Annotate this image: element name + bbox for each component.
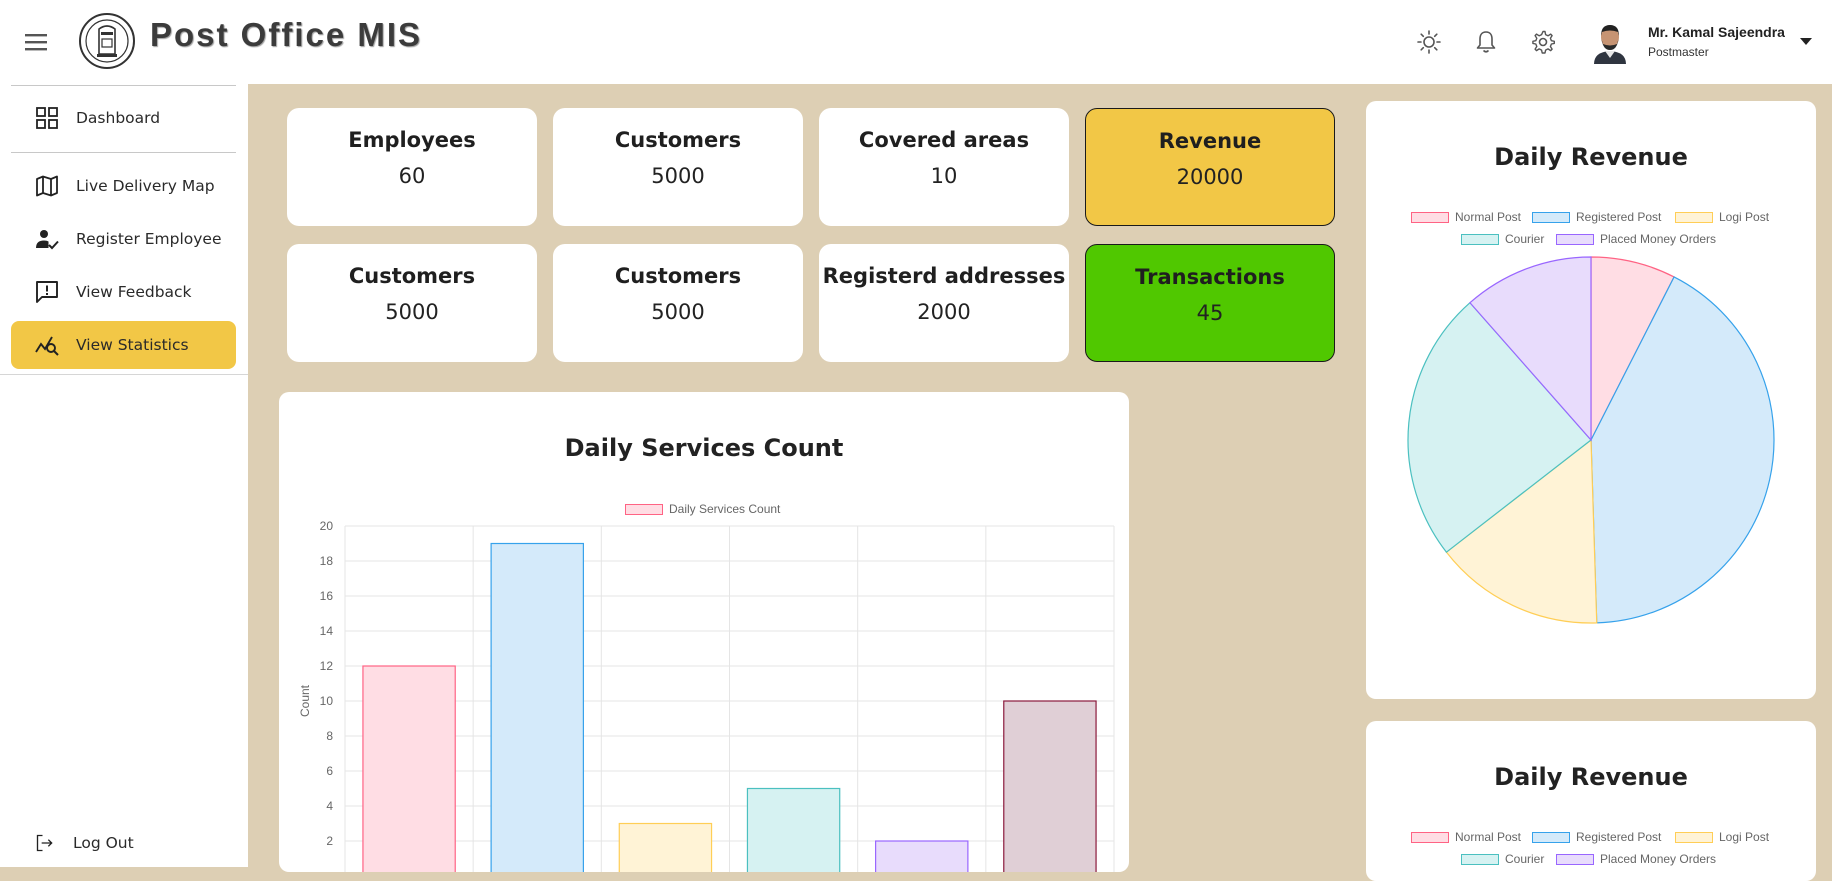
stat-value: 45: [1196, 301, 1224, 325]
bar: [490, 542, 584, 872]
user-name: Mr. Kamal Sajeendra: [1648, 24, 1785, 40]
bar: [875, 840, 969, 872]
map-icon: [36, 175, 58, 197]
legend-label: Logi Post: [1719, 830, 1770, 844]
chart-legend-item[interactable]: Courier: [1461, 852, 1544, 866]
chart-legend-item[interactable]: Logi Post: [1675, 830, 1769, 844]
y-tick-label: 2: [326, 834, 333, 848]
logout-icon: [36, 834, 53, 852]
sidebar-divider: [0, 374, 248, 375]
chart-legend-item[interactable]: Placed Money Orders: [1556, 852, 1716, 866]
daily-revenue-panel: Daily Revenue Normal Post Registered Post…: [1366, 101, 1816, 699]
bar: [618, 822, 713, 872]
legend-swatch: [1411, 831, 1449, 843]
stat-card-customers: Customers 5000: [553, 244, 803, 362]
bar-chart: 2 4 6 8 10 12 14 16 18 20 Count: [298, 519, 1115, 872]
logout-button[interactable]: Log Out: [11, 819, 236, 867]
chevron-down-icon[interactable]: [1800, 38, 1812, 46]
stat-label: Employees: [348, 128, 476, 152]
stat-label: Registerd addresses: [822, 264, 1066, 288]
stat-card-covered-areas: Covered areas 10: [819, 108, 1069, 226]
legend-swatch: [1675, 831, 1713, 843]
hamburger-menu-icon[interactable]: [24, 30, 50, 54]
user-role: Postmaster: [1648, 45, 1709, 59]
sidebar: Dashboard Live Delivery Map Register Emp…: [0, 84, 248, 867]
legend-label: Placed Money Orders: [1600, 852, 1717, 866]
stats-icon: [35, 336, 59, 356]
sidebar-item-label: Register Employee: [76, 230, 222, 248]
legend-label: Courier: [1505, 852, 1545, 866]
stat-card-customers: Customers 5000: [287, 244, 537, 362]
y-tick-label: 10: [320, 694, 334, 708]
legend-swatch: [1556, 853, 1594, 865]
stat-value: 60: [398, 164, 426, 188]
sidebar-item-view-statistics[interactable]: View Statistics: [11, 321, 236, 369]
sidebar-item-register-employee[interactable]: Register Employee: [11, 215, 236, 263]
sidebar-item-label: Live Delivery Map: [76, 177, 215, 195]
stat-card-customers: Customers 5000: [553, 108, 803, 226]
sidebar-item-view-feedback[interactable]: View Feedback: [11, 268, 236, 316]
bar: [362, 665, 456, 872]
legend-swatch: [1461, 853, 1499, 865]
legend-swatch: [1532, 831, 1570, 843]
y-tick-label: 6: [326, 764, 333, 778]
y-tick-label: 18: [320, 554, 334, 568]
stat-card-transactions: Transactions 45: [1085, 244, 1335, 362]
bar: [746, 787, 841, 872]
y-tick-label: 20: [320, 519, 334, 533]
stat-card-employees: Employees 60: [287, 108, 537, 226]
daily-services-count-panel: Daily Services Count Daily Services Coun…: [279, 392, 1129, 872]
sun-icon[interactable]: [1416, 29, 1442, 55]
feedback-icon: [36, 281, 58, 303]
bell-icon[interactable]: [1473, 29, 1499, 55]
stat-value: 5000: [651, 300, 705, 324]
y-tick-label: 16: [320, 589, 334, 603]
legend-label: Normal Post: [1455, 830, 1522, 844]
sidebar-divider: [11, 85, 236, 86]
stat-card-registered-addresses: Registerd addresses 2000: [819, 244, 1069, 362]
stat-value: 20000: [1176, 165, 1244, 189]
pie-chart: [1407, 256, 1775, 624]
grid-icon: [36, 107, 58, 129]
y-tick-label: 8: [326, 729, 333, 743]
user-check-icon: [36, 230, 59, 250]
y-tick-label: 12: [320, 659, 334, 673]
bar: [1003, 700, 1097, 872]
stat-label: Customers: [348, 264, 476, 288]
y-tick-label: 14: [320, 624, 334, 638]
stat-label: Covered areas: [858, 128, 1030, 152]
stat-value: 10: [930, 164, 958, 188]
sidebar-item-live-delivery-map[interactable]: Live Delivery Map: [11, 162, 236, 210]
stat-value: 5000: [651, 164, 705, 188]
y-axis-label: Count: [298, 684, 312, 717]
user-avatar[interactable]: [1590, 20, 1630, 64]
sidebar-item-label: View Statistics: [76, 336, 189, 354]
sidebar-item-label: Dashboard: [76, 109, 161, 127]
logout-label: Log Out: [73, 834, 134, 852]
sidebar-divider: [11, 152, 236, 153]
chart-legend-item[interactable]: Registered Post: [1532, 830, 1661, 844]
top-header: Post Office MIS Mr. Kamal Sajeendra Post…: [0, 0, 1832, 84]
daily-revenue-panel-2: Daily Revenue Normal Post Registered Post…: [1366, 721, 1816, 881]
stat-value: 5000: [385, 300, 439, 324]
sidebar-item-label: View Feedback: [76, 283, 192, 301]
gear-icon[interactable]: [1530, 29, 1556, 55]
stat-label: Customers: [614, 264, 742, 288]
stat-value: 2000: [917, 300, 971, 324]
legend-label: Registered Post: [1576, 830, 1662, 844]
stat-label: Revenue: [1158, 129, 1262, 153]
sidebar-item-dashboard[interactable]: Dashboard: [11, 94, 236, 142]
y-tick-label: 4: [326, 799, 333, 813]
app-title: Post Office MIS: [150, 16, 423, 53]
post-office-logo-icon: [79, 13, 135, 69]
stat-card-revenue: Revenue 20000: [1085, 108, 1335, 226]
chart-title: Daily Revenue: [1494, 763, 1688, 791]
stat-label: Transactions: [1135, 265, 1285, 289]
chart-legend-item[interactable]: Normal Post: [1411, 830, 1521, 844]
stat-label: Customers: [614, 128, 742, 152]
